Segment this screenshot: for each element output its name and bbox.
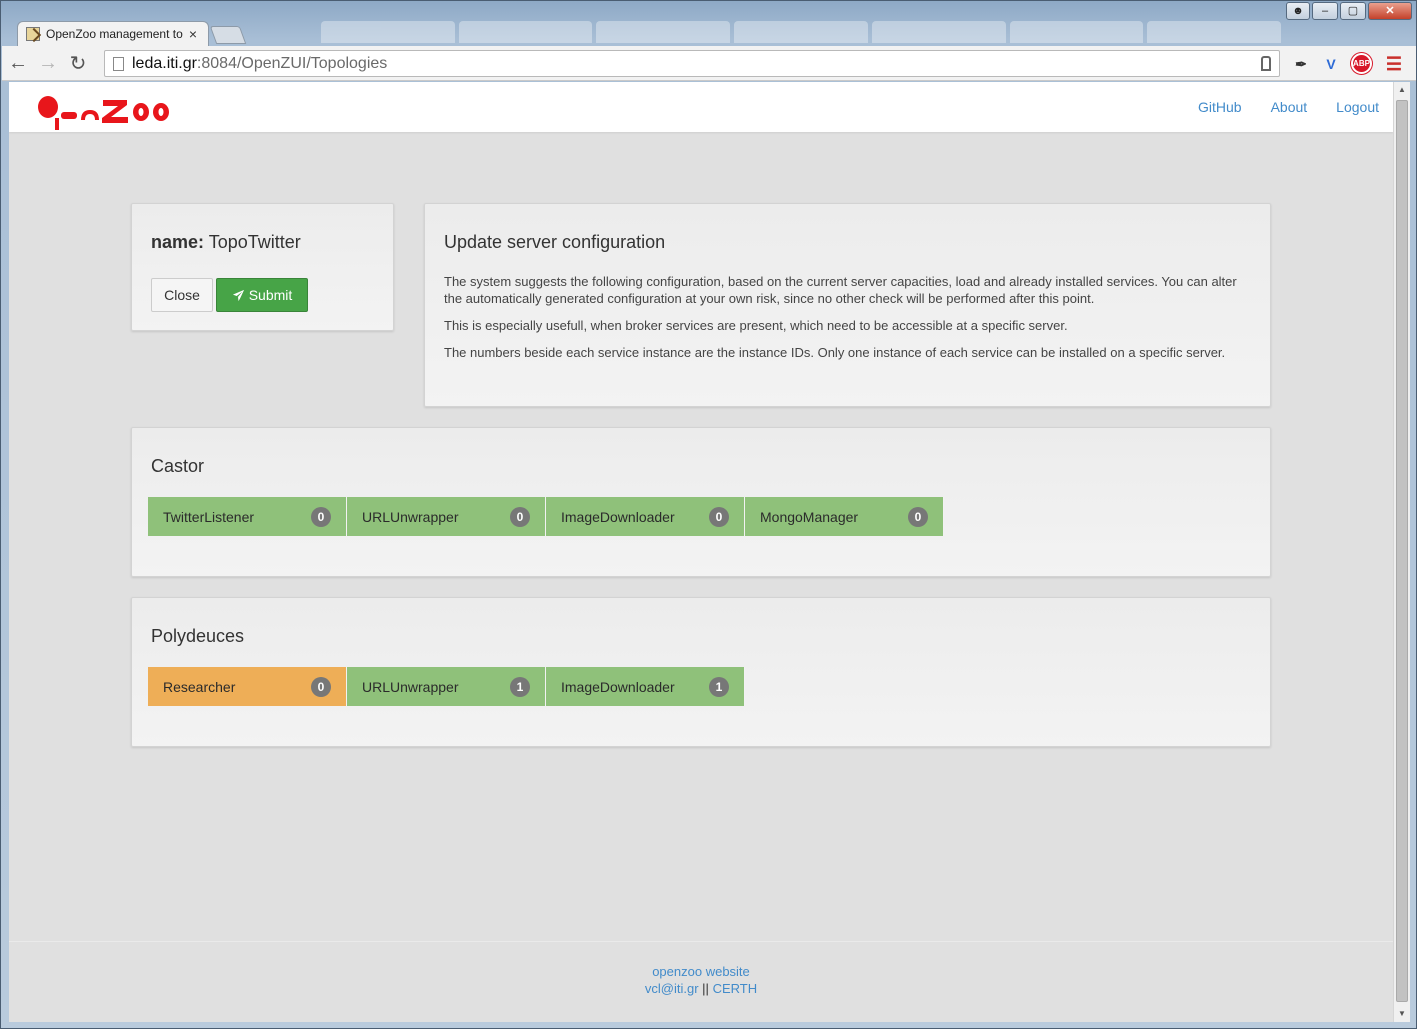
back-arrow-icon[interactable]: ← <box>4 49 32 77</box>
info-text: The system suggests the following config… <box>444 273 1254 371</box>
topology-name-label: name: <box>151 232 205 252</box>
page-icon <box>113 56 124 71</box>
tab-title: OpenZoo management to <box>46 27 183 41</box>
user-icon[interactable]: ☻ <box>1286 2 1310 20</box>
topology-card: name: TopoTwitter Close Submit <box>131 203 394 331</box>
tab-active[interactable]: OpenZoo management to × <box>17 21 209 46</box>
info-title: Update server configuration <box>444 232 666 252</box>
eyedropper-extension-icon[interactable]: ✒ <box>1290 53 1312 75</box>
v-extension-icon[interactable]: V <box>1320 53 1342 75</box>
server-name: Polydeuces <box>151 626 245 646</box>
service-name: TwitterListener <box>163 508 255 525</box>
instance-id-badge: 1 <box>709 676 729 697</box>
topology-name: name: TopoTwitter <box>151 232 301 253</box>
service-item[interactable]: URLUnwrapper 1 <box>347 667 546 706</box>
scroll-thumb[interactable] <box>1396 100 1408 1002</box>
browser-window: OpenZoo management to × ☻ – ▢ ✕ ← → ↻ le… <box>0 0 1417 1029</box>
footer-org-link[interactable]: CERTH <box>713 981 758 996</box>
send-icon <box>232 289 244 301</box>
chrome-menu-icon[interactable]: ☰ <box>1383 53 1405 75</box>
service-item[interactable]: ImageDownloader 1 <box>546 667 745 706</box>
instance-id-badge: 0 <box>908 506 928 527</box>
minimize-button[interactable]: – <box>1312 2 1338 20</box>
topology-name-value: TopoTwitter <box>208 232 301 252</box>
title-bar: OpenZoo management to × ☻ – ▢ ✕ <box>1 1 1416 46</box>
top-navbar: GitHub About Logout <box>9 82 1393 132</box>
key-icon[interactable] <box>1261 56 1271 71</box>
instance-id-badge: 0 <box>709 506 729 527</box>
service-item[interactable]: TwitterListener 0 <box>148 497 347 536</box>
server-name: Castor <box>151 456 205 476</box>
service-item[interactable]: MongoManager 0 <box>745 497 944 536</box>
server-card-polydeuces: Polydeuces Researcher 0 URLUnwrapper 1 Ima… <box>131 597 1271 747</box>
service-name: ImageDownloader <box>561 678 675 695</box>
scroll-down-arrow-icon[interactable]: ▼ <box>1394 1006 1410 1022</box>
service-item[interactable]: URLUnwrapper 0 <box>347 497 546 536</box>
submit-label: Submit <box>248 287 293 303</box>
instance-id-badge: 1 <box>510 676 530 697</box>
close-button[interactable]: Close <box>151 278 213 312</box>
background-tabs <box>321 21 1282 43</box>
url-path: :8084/OpenZUI/Topologies <box>196 54 388 72</box>
service-name: MongoManager <box>760 508 859 525</box>
adblock-plus-icon[interactable]: ABP <box>1351 53 1372 74</box>
footer-email-link[interactable]: vcl@iti.gr <box>645 981 699 996</box>
browser-toolbar: ← → ↻ leda.iti.gr:8084/OpenZUI/Topologie… <box>2 46 1416 81</box>
openzoo-logo[interactable] <box>37 90 171 130</box>
service-name: URLUnwrapper <box>362 678 459 695</box>
service-name: ImageDownloader <box>561 508 675 525</box>
service-name: URLUnwrapper <box>362 508 459 525</box>
info-paragraph: The numbers beside each service instance… <box>444 345 1226 360</box>
window-controls: ☻ – ▢ ✕ <box>1286 2 1412 20</box>
nav-link-github[interactable]: GitHub <box>1198 99 1242 115</box>
reload-icon[interactable]: ↻ <box>64 49 92 77</box>
forward-arrow-icon[interactable]: → <box>34 49 62 77</box>
page-footer: openzoo website vcl@iti.gr || CERTH <box>9 941 1393 1022</box>
service-list: Researcher 0 URLUnwrapper 1 ImageDownloade… <box>148 667 745 706</box>
nav-link-logout[interactable]: Logout <box>1336 99 1379 115</box>
new-tab-button[interactable] <box>209 26 247 44</box>
window-close-button[interactable]: ✕ <box>1368 2 1412 20</box>
service-item[interactable]: ImageDownloader 0 <box>546 497 745 536</box>
service-item[interactable]: Researcher 0 <box>148 667 347 706</box>
nav-link-about[interactable]: About <box>1271 99 1308 115</box>
info-paragraph: This is especially usefull, when broker … <box>444 318 1068 333</box>
url-host: leda.iti.gr <box>132 54 197 72</box>
server-card-castor: Castor TwitterListener 0 URLUnwrapper 0 Im… <box>131 427 1271 577</box>
tab-close-icon[interactable]: × <box>186 26 200 42</box>
address-bar[interactable]: leda.iti.gr:8084/OpenZUI/Topologies <box>104 50 1280 77</box>
vertical-scrollbar[interactable]: ▲ ▼ <box>1393 82 1410 1022</box>
footer-website-link[interactable]: openzoo website <box>652 964 750 979</box>
page-viewport: GitHub About Logout name: TopoTwitter Cl… <box>9 82 1393 1022</box>
instance-id-badge: 0 <box>311 506 331 527</box>
info-card: Update server configuration The system s… <box>424 203 1271 407</box>
service-list: TwitterListener 0 URLUnwrapper 0 ImageDown… <box>148 497 944 536</box>
maximize-button[interactable]: ▢ <box>1340 2 1366 20</box>
scroll-up-arrow-icon[interactable]: ▲ <box>1394 82 1410 98</box>
openzoo-favicon-icon <box>26 27 40 41</box>
info-paragraph: The system suggests the following config… <box>444 274 1237 306</box>
nav-links: GitHub About Logout <box>1198 99 1379 115</box>
footer-separator: || <box>702 981 709 996</box>
instance-id-badge: 0 <box>510 506 530 527</box>
instance-id-badge: 0 <box>311 676 331 697</box>
submit-button[interactable]: Submit <box>216 278 308 312</box>
service-name: Researcher <box>163 678 236 695</box>
